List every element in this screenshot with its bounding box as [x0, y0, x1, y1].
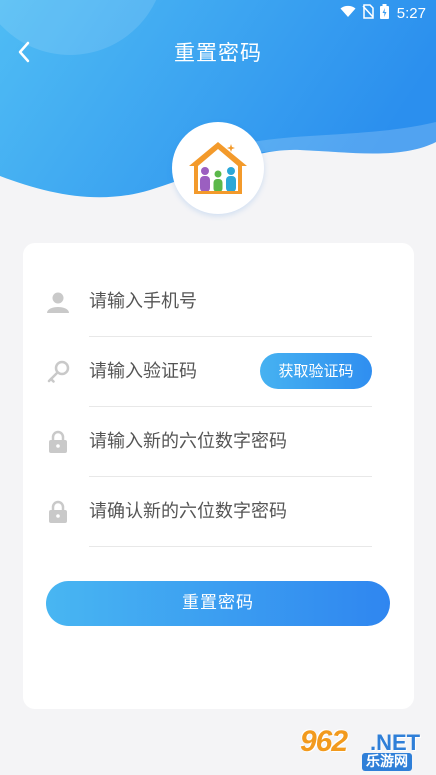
status-time: 5:27 — [396, 5, 426, 22]
lock-icon — [45, 499, 71, 525]
page-title: 重置密码 — [174, 41, 262, 65]
new-password-input[interactable]: 请输入新的六位数字密码 — [89, 407, 287, 477]
lock-icon — [45, 429, 71, 455]
get-code-button[interactable]: 获取验证码 — [260, 353, 372, 389]
verification-code-field[interactable]: 请输入验证码 获取验证码 — [23, 337, 414, 407]
no-sim-icon — [362, 4, 374, 23]
user-icon — [45, 289, 71, 315]
battery-charging-icon — [379, 4, 389, 23]
confirm-password-field[interactable]: 请确认新的六位数字密码 — [23, 477, 414, 547]
watermark-site: 乐游网 — [362, 753, 412, 771]
divider — [89, 546, 372, 547]
watermark-number: 962 — [300, 725, 348, 758]
confirm-password-input[interactable]: 请确认新的六位数字密码 — [89, 477, 287, 547]
app-logo — [172, 122, 264, 214]
phone-field[interactable]: 请输入手机号 — [23, 267, 414, 337]
phone-input[interactable]: 请输入手机号 — [89, 267, 197, 337]
key-icon — [45, 359, 71, 385]
status-bar: 5:27 — [0, 0, 436, 26]
new-password-field[interactable]: 请输入新的六位数字密码 — [23, 407, 414, 477]
reset-password-button[interactable]: 重置密码 — [46, 581, 390, 626]
watermark: 962 .NET 乐游网 — [300, 725, 430, 773]
verification-code-input[interactable]: 请输入验证码 — [89, 337, 197, 407]
wifi-icon — [340, 5, 356, 22]
family-house-logo — [189, 142, 247, 194]
reset-password-card: 请输入手机号 请输入验证码 获取验证码 请输入新的六位数字密码 请确认新的六位数… — [23, 243, 414, 709]
